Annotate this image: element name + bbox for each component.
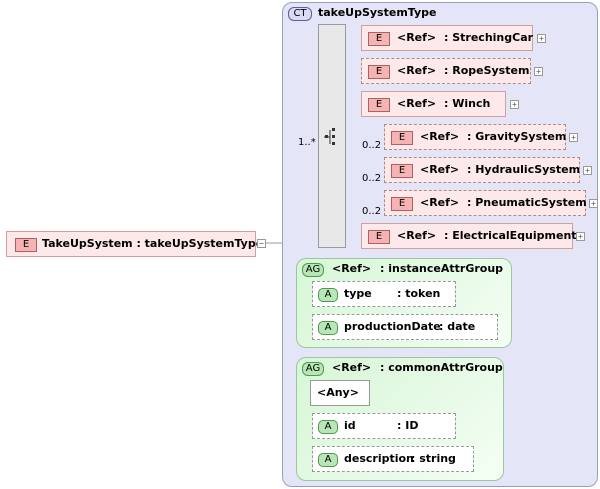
attribute-type[interactable]: A type : token	[312, 281, 456, 307]
attribute-group-name: : commonAttrGroup	[380, 361, 503, 374]
sequence-multiplicity: 1..*	[298, 137, 316, 148]
element-badge: E	[15, 238, 37, 252]
element-name: : ElectricalEquipment	[444, 229, 577, 242]
plus-icon[interactable]: +	[589, 199, 598, 208]
complex-type-name: takeUpSystemType	[318, 6, 437, 19]
element-hydraulic-system[interactable]: E <Ref> : HydraulicSystem	[384, 157, 580, 183]
attribute-type-value: : ID	[397, 419, 419, 432]
attribute-type-value: : token	[397, 287, 441, 300]
element-multiplicity: 0..2	[362, 140, 382, 151]
element-ref: <Ref>	[397, 31, 437, 44]
element-badge: E	[368, 230, 390, 244]
any-attribute-label: <Any>	[317, 386, 359, 399]
attribute-type-value: : date	[439, 320, 476, 333]
element-ref: <Ref>	[420, 163, 460, 176]
attribute-name: description	[344, 452, 414, 465]
minus-icon[interactable]: −	[257, 239, 266, 248]
element-badge: E	[391, 164, 413, 178]
attribute-name: type	[344, 287, 372, 300]
element-name: : StrechingCar	[444, 31, 534, 44]
attribute-name: id	[344, 419, 356, 432]
attribute-group-name: : instanceAttrGroup	[380, 262, 504, 275]
attribute-group-badge: AG	[302, 362, 324, 376]
element-badge: E	[391, 197, 413, 211]
plus-icon[interactable]: +	[537, 34, 546, 43]
attribute-badge: A	[318, 453, 338, 467]
element-ref: <Ref>	[397, 64, 437, 77]
plus-icon[interactable]: +	[569, 133, 578, 142]
element-electrical-equipment[interactable]: E <Ref> : ElectricalEquipment	[361, 223, 577, 249]
element-name: : PneumaticSystem	[467, 196, 587, 209]
attribute-description[interactable]: A description : string	[312, 446, 474, 472]
any-attribute[interactable]: <Any>	[310, 380, 370, 406]
element-multiplicity: 0..2	[362, 206, 382, 217]
plus-icon[interactable]: +	[576, 232, 585, 241]
complex-type-badge: CT	[288, 7, 312, 21]
element-multiplicity: 0..2	[362, 173, 382, 184]
element-name: : Winch	[444, 97, 491, 110]
element-badge: E	[368, 32, 390, 46]
element-winch[interactable]: E <Ref> : Winch	[361, 91, 506, 117]
attribute-badge: A	[318, 420, 338, 434]
element-ref: <Ref>	[397, 229, 437, 242]
element-badge: E	[391, 131, 413, 145]
attribute-production-date[interactable]: A productionDate : date	[312, 314, 498, 340]
element-rope-system[interactable]: E <Ref> : RopeSystem	[361, 58, 531, 84]
element-pneumatic-system[interactable]: E <Ref> : PneumaticSystem	[384, 190, 587, 216]
plus-icon[interactable]: +	[534, 67, 543, 76]
attribute-type-value: : string	[411, 452, 456, 465]
element-name: : GravitySystem	[467, 130, 567, 143]
element-streching-car[interactable]: E <Ref> : StrechingCar	[361, 25, 533, 51]
plus-icon[interactable]: +	[583, 166, 592, 175]
element-badge: E	[368, 98, 390, 112]
attribute-badge: A	[318, 321, 338, 335]
element-badge: E	[368, 65, 390, 79]
element-ref: <Ref>	[420, 196, 460, 209]
attribute-name: productionDate	[344, 320, 441, 333]
root-element[interactable]: E TakeUpSystem : takeUpSystemType	[6, 231, 263, 257]
sequence-icon	[324, 128, 335, 145]
attribute-group-ref: <Ref>	[332, 262, 372, 275]
attribute-id[interactable]: A id : ID	[312, 413, 456, 439]
element-name: : HydraulicSystem	[467, 163, 581, 176]
attribute-group-badge: AG	[302, 263, 324, 277]
attribute-group-ref: <Ref>	[332, 361, 372, 374]
element-ref: <Ref>	[397, 97, 437, 110]
attribute-badge: A	[318, 288, 338, 302]
root-element-label: TakeUpSystem : takeUpSystemType	[42, 237, 264, 250]
plus-icon[interactable]: +	[510, 100, 519, 109]
element-gravity-system[interactable]: E <Ref> : GravitySystem	[384, 124, 566, 150]
sequence-compositor[interactable]	[318, 24, 346, 248]
element-ref: <Ref>	[420, 130, 460, 143]
element-name: : RopeSystem	[444, 64, 530, 77]
